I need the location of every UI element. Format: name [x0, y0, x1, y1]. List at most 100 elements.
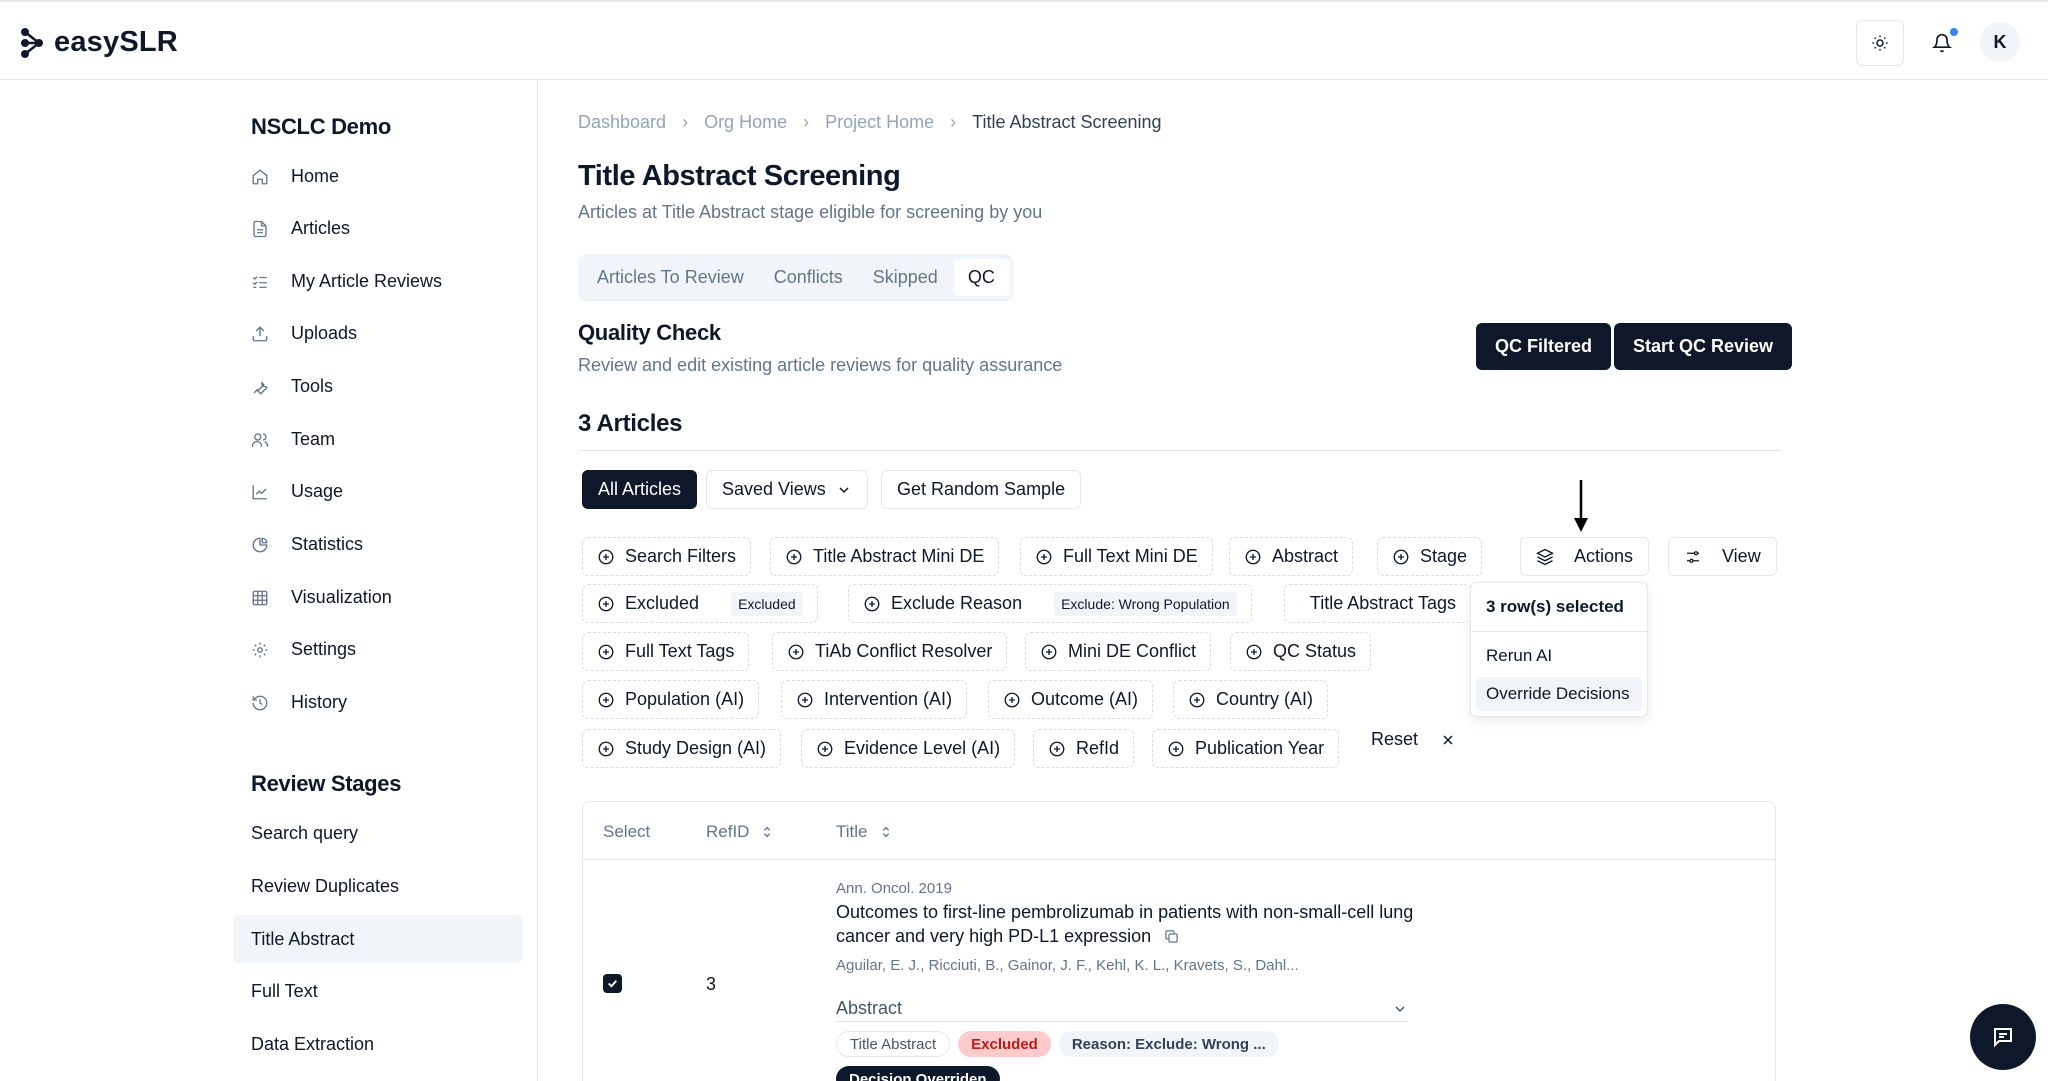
start-qc-review-button[interactable]: Start QC Review — [1614, 323, 1793, 370]
sidebar-item-label: Visualization — [291, 587, 392, 607]
articles-table: Select RefID Title 3 Ann. Oncol. 2019 Ou… — [582, 801, 1776, 1081]
user-avatar[interactable]: K — [1980, 22, 2020, 62]
filter-ft-mini-de[interactable]: Full Text Mini DE — [1020, 537, 1213, 576]
checklist-icon — [252, 275, 267, 288]
sidebar-item-visualization[interactable]: Visualization — [251, 587, 392, 608]
filter-search-filters[interactable]: Search Filters — [582, 537, 752, 576]
arrow-down-icon — [1574, 480, 1588, 532]
plus-circle-icon — [1393, 549, 1409, 564]
saved-views-label: Saved Views — [722, 479, 826, 499]
top-bar: easySLR K — [0, 0, 2048, 80]
filter-value-tag: Excluded — [731, 591, 803, 616]
tab-qc[interactable]: QC — [953, 259, 1009, 296]
filter-stage[interactable]: Stage — [1377, 537, 1483, 576]
menu-item-override-decisions[interactable]: Override Decisions — [1476, 677, 1642, 711]
sidebar-item-uploads[interactable]: Uploads — [251, 323, 357, 344]
divider — [578, 450, 1781, 451]
logo[interactable]: easySLR — [20, 26, 178, 59]
plus-circle-icon — [1004, 692, 1020, 707]
copy-icon[interactable] — [1164, 929, 1179, 944]
plus-circle-icon — [1299, 603, 1300, 604]
stage-item-search-query[interactable]: Search query — [233, 809, 523, 857]
abstract-toggle[interactable]: Abstract — [836, 996, 1408, 1022]
filter-study-design-ai[interactable]: Study Design (AI) — [582, 729, 782, 768]
sidebar-item-tools[interactable]: Tools — [251, 376, 333, 397]
filter-qc-status[interactable]: QC Status — [1230, 632, 1372, 671]
page-title: Title Abstract Screening — [578, 160, 901, 192]
breadcrumb-dashboard[interactable]: Dashboard — [578, 112, 666, 133]
filter-ft-tags[interactable]: Full Text Tags — [582, 632, 750, 671]
all-articles-label: All Articles — [598, 479, 682, 499]
menu-item-rerun-ai[interactable]: Rerun AI — [1476, 639, 1642, 673]
plus-circle-icon — [598, 549, 614, 564]
chip-label: TiAb Conflict Resolver — [815, 641, 993, 661]
sidebar-item-home[interactable]: Home — [251, 166, 339, 187]
sidebar-item-team[interactable]: Team — [251, 429, 335, 450]
column-refid[interactable]: RefID — [706, 822, 773, 842]
tab-articles-to-review[interactable]: Articles To Review — [583, 259, 758, 296]
row-select-checkbox[interactable] — [603, 974, 622, 993]
stage-item-review-duplicates[interactable]: Review Duplicates — [233, 862, 523, 910]
filter-excluded[interactable]: Excluded Excluded — [582, 584, 818, 623]
chip-label: Stage — [1420, 546, 1468, 566]
sidebar-item-statistics[interactable]: Statistics — [251, 534, 363, 555]
stage-item-full-text[interactable]: Full Text — [233, 967, 523, 1015]
theme-toggle-button[interactable] — [1856, 20, 1904, 66]
reset-filters-button[interactable]: Reset — [1371, 729, 1456, 750]
users-icon — [251, 432, 269, 447]
filter-publication-year[interactable]: Publication Year — [1152, 729, 1340, 768]
chevron-right-icon: › — [803, 112, 810, 132]
sliders-icon — [1687, 550, 1699, 563]
filter-country-ai[interactable]: Country (AI) — [1173, 680, 1329, 719]
get-random-sample-button[interactable]: Get Random Sample — [881, 470, 1082, 509]
filter-evidence-level-ai[interactable]: Evidence Level (AI) — [801, 729, 1016, 768]
all-articles-button[interactable]: All Articles — [582, 470, 698, 509]
tab-conflicts[interactable]: Conflicts — [760, 259, 857, 296]
chip-label: Abstract — [1272, 546, 1339, 566]
plus-circle-icon — [1049, 741, 1065, 756]
qc-filtered-button[interactable]: QC Filtered — [1476, 323, 1612, 370]
filter-tiab-tags[interactable]: Title Abstract Tags — [1284, 584, 1470, 623]
sidebar-item-settings[interactable]: Settings — [251, 639, 356, 660]
close-icon — [1443, 734, 1453, 745]
breadcrumb-project-home[interactable]: Project Home — [825, 112, 934, 133]
pie-chart-icon — [252, 537, 268, 552]
filter-refid[interactable]: RefId — [1033, 729, 1135, 768]
filter-tiab-mini-de[interactable]: Title Abstract Mini DE — [770, 537, 1000, 576]
column-title[interactable]: Title — [836, 822, 892, 842]
sidebar-item-label: Usage — [291, 481, 344, 501]
sidebar-item-label: History — [291, 692, 348, 712]
chip-label: Full Text Mini DE — [1063, 546, 1198, 566]
filter-intervention-ai[interactable]: Intervention (AI) — [781, 680, 968, 719]
filter-population-ai[interactable]: Population (AI) — [582, 680, 760, 719]
actions-button[interactable]: Actions — [1520, 537, 1650, 576]
sidebar-item-history[interactable]: History — [251, 692, 347, 713]
stage-item-data-extraction[interactable]: Data Extraction — [233, 1020, 523, 1068]
notifications-button[interactable] — [1918, 20, 1966, 66]
chip-label: Title Abstract Mini DE — [813, 546, 985, 566]
chat-button[interactable] — [1970, 1004, 2036, 1070]
tab-skipped[interactable]: Skipped — [859, 259, 952, 296]
actions-dropdown-menu: 3 row(s) selected Rerun AI Override Deci… — [1470, 582, 1648, 717]
breadcrumb-org-home[interactable]: Org Home — [704, 112, 787, 133]
sidebar-item-articles[interactable]: Articles — [251, 218, 350, 239]
filter-outcome-ai[interactable]: Outcome (AI) — [988, 680, 1154, 719]
plus-circle-icon — [817, 741, 833, 756]
decision-overriden-badge: Decision Overriden — [836, 1066, 1000, 1081]
stage-item-title-abstract[interactable]: Title Abstract — [233, 915, 523, 963]
filter-abstract[interactable]: Abstract — [1229, 537, 1354, 576]
row-article-title[interactable]: Outcomes to first-line pembrolizumab in … — [836, 900, 1436, 948]
sidebar-item-usage[interactable]: Usage — [251, 481, 343, 502]
saved-views-dropdown[interactable]: Saved Views — [706, 470, 868, 509]
wrench-icon — [253, 380, 268, 395]
chat-icon — [1994, 1028, 2012, 1048]
filter-mini-de-conflict[interactable]: Mini DE Conflict — [1025, 632, 1212, 671]
view-button[interactable]: View — [1668, 537, 1777, 576]
chip-label: Title Abstract Tags — [1309, 593, 1456, 613]
filter-tiab-conflict-resolver[interactable]: TiAb Conflict Resolver — [772, 632, 1008, 671]
sidebar-item-label: Articles — [291, 218, 351, 238]
filter-exclude-reason[interactable]: Exclude Reason Exclude: Wrong Population — [848, 584, 1252, 623]
chevron-down-icon — [1395, 1005, 1405, 1012]
article-title-text: Outcomes to first-line pembrolizumab in … — [836, 902, 1414, 946]
sidebar-item-my-article-reviews[interactable]: My Article Reviews — [251, 271, 442, 292]
